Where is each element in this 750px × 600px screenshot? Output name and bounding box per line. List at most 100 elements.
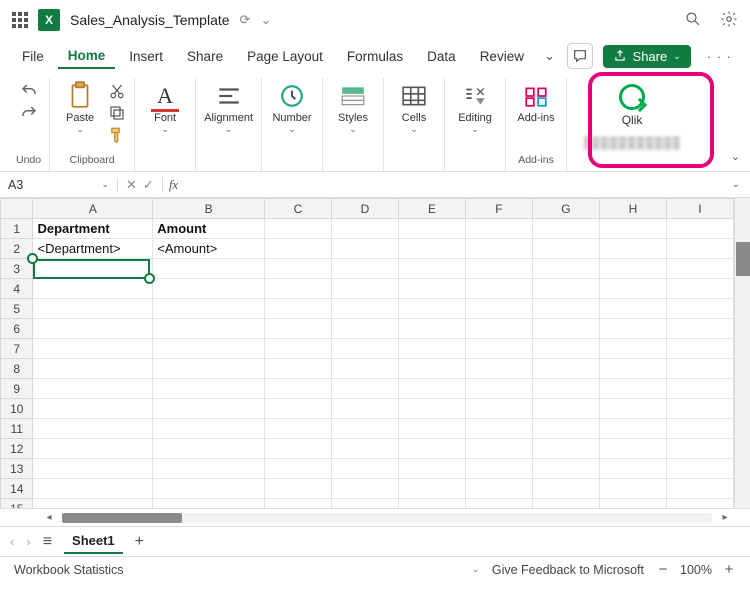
cell[interactable]: [264, 439, 331, 459]
cell[interactable]: [532, 399, 599, 419]
more-button[interactable]: · · ·: [701, 45, 738, 68]
cell[interactable]: [532, 419, 599, 439]
cell[interactable]: [331, 359, 398, 379]
cell[interactable]: [465, 239, 532, 259]
fx-icon[interactable]: fx: [163, 177, 184, 193]
cell[interactable]: [331, 239, 398, 259]
cell[interactable]: [666, 219, 733, 239]
cell[interactable]: [465, 299, 532, 319]
tab-insert[interactable]: Insert: [119, 45, 173, 68]
cell[interactable]: [599, 439, 666, 459]
horizontal-scroll-thumb[interactable]: [62, 513, 182, 523]
cell[interactable]: [532, 499, 599, 509]
app-launcher-icon[interactable]: [12, 12, 28, 28]
cell[interactable]: [599, 339, 666, 359]
row-header[interactable]: 8: [1, 359, 33, 379]
cell[interactable]: [153, 439, 265, 459]
cell[interactable]: [465, 479, 532, 499]
cell[interactable]: [465, 279, 532, 299]
cell[interactable]: [465, 339, 532, 359]
tab-share[interactable]: Share: [177, 45, 233, 68]
cell[interactable]: Amount: [153, 219, 265, 239]
cell[interactable]: [666, 479, 733, 499]
cell[interactable]: [666, 239, 733, 259]
vertical-scrollbar[interactable]: [734, 198, 750, 508]
row-header[interactable]: 5: [1, 299, 33, 319]
cell[interactable]: [153, 399, 265, 419]
horizontal-scroll-track[interactable]: [62, 513, 712, 523]
cell[interactable]: [153, 259, 265, 279]
editing-button[interactable]: Editing ⌄: [453, 82, 497, 132]
cell[interactable]: [666, 379, 733, 399]
cell[interactable]: [331, 319, 398, 339]
cell[interactable]: [532, 319, 599, 339]
cell[interactable]: [33, 319, 153, 339]
cell[interactable]: [33, 439, 153, 459]
cell[interactable]: <Department>: [33, 239, 153, 259]
cell[interactable]: [33, 479, 153, 499]
col-header[interactable]: G: [532, 199, 599, 219]
cell[interactable]: [264, 279, 331, 299]
tab-home[interactable]: Home: [58, 44, 116, 69]
comments-button[interactable]: [567, 43, 593, 69]
cell[interactable]: [666, 279, 733, 299]
copy-icon[interactable]: [108, 104, 126, 122]
sheet-nav-next-icon[interactable]: ›: [26, 534, 30, 549]
cell[interactable]: [153, 479, 265, 499]
cell[interactable]: [465, 379, 532, 399]
cell[interactable]: [398, 479, 465, 499]
cell[interactable]: [398, 319, 465, 339]
cell[interactable]: [398, 339, 465, 359]
cell[interactable]: [264, 379, 331, 399]
cell[interactable]: [331, 299, 398, 319]
cell[interactable]: [264, 259, 331, 279]
cell[interactable]: [666, 419, 733, 439]
cell[interactable]: [666, 259, 733, 279]
redo-icon[interactable]: [20, 104, 38, 122]
cell[interactable]: [398, 239, 465, 259]
cell[interactable]: [398, 399, 465, 419]
cell[interactable]: [532, 259, 599, 279]
row-header[interactable]: 11: [1, 419, 33, 439]
row-header[interactable]: 4: [1, 279, 33, 299]
confirm-formula-icon[interactable]: ✓: [143, 177, 154, 193]
document-title[interactable]: Sales_Analysis_Template: [70, 12, 230, 28]
cell[interactable]: [666, 319, 733, 339]
cell[interactable]: [153, 379, 265, 399]
cell[interactable]: [153, 499, 265, 509]
cell[interactable]: [264, 239, 331, 259]
cell[interactable]: [398, 219, 465, 239]
zoom-in-button[interactable]: +: [722, 561, 736, 578]
row-header[interactable]: 1: [1, 219, 33, 239]
row-header[interactable]: 9: [1, 379, 33, 399]
col-header[interactable]: H: [599, 199, 666, 219]
cell[interactable]: [264, 219, 331, 239]
cell[interactable]: [599, 279, 666, 299]
cancel-formula-icon[interactable]: ✕: [126, 177, 137, 193]
workbook-statistics[interactable]: Workbook Statistics: [14, 563, 124, 577]
undo-icon[interactable]: [20, 82, 38, 100]
cell[interactable]: [331, 279, 398, 299]
col-header[interactable]: D: [331, 199, 398, 219]
cell[interactable]: [666, 299, 733, 319]
cell[interactable]: [331, 459, 398, 479]
col-header[interactable]: E: [398, 199, 465, 219]
row-header[interactable]: 14: [1, 479, 33, 499]
cell[interactable]: [599, 239, 666, 259]
cell[interactable]: [153, 459, 265, 479]
cell[interactable]: [398, 459, 465, 479]
cell[interactable]: [599, 359, 666, 379]
cell[interactable]: [153, 339, 265, 359]
cell[interactable]: [264, 319, 331, 339]
spreadsheet-grid[interactable]: A B C D E F G H I 1DepartmentAmount2<Dep…: [0, 198, 734, 508]
tab-data[interactable]: Data: [417, 45, 466, 68]
col-header[interactable]: B: [153, 199, 265, 219]
cell[interactable]: [398, 299, 465, 319]
cell[interactable]: [398, 439, 465, 459]
cell[interactable]: [532, 219, 599, 239]
gear-icon[interactable]: [720, 10, 738, 31]
cell[interactable]: [666, 359, 733, 379]
cell[interactable]: [599, 299, 666, 319]
saved-status-icon[interactable]: ⟳: [240, 12, 251, 28]
tab-file[interactable]: File: [12, 45, 54, 68]
